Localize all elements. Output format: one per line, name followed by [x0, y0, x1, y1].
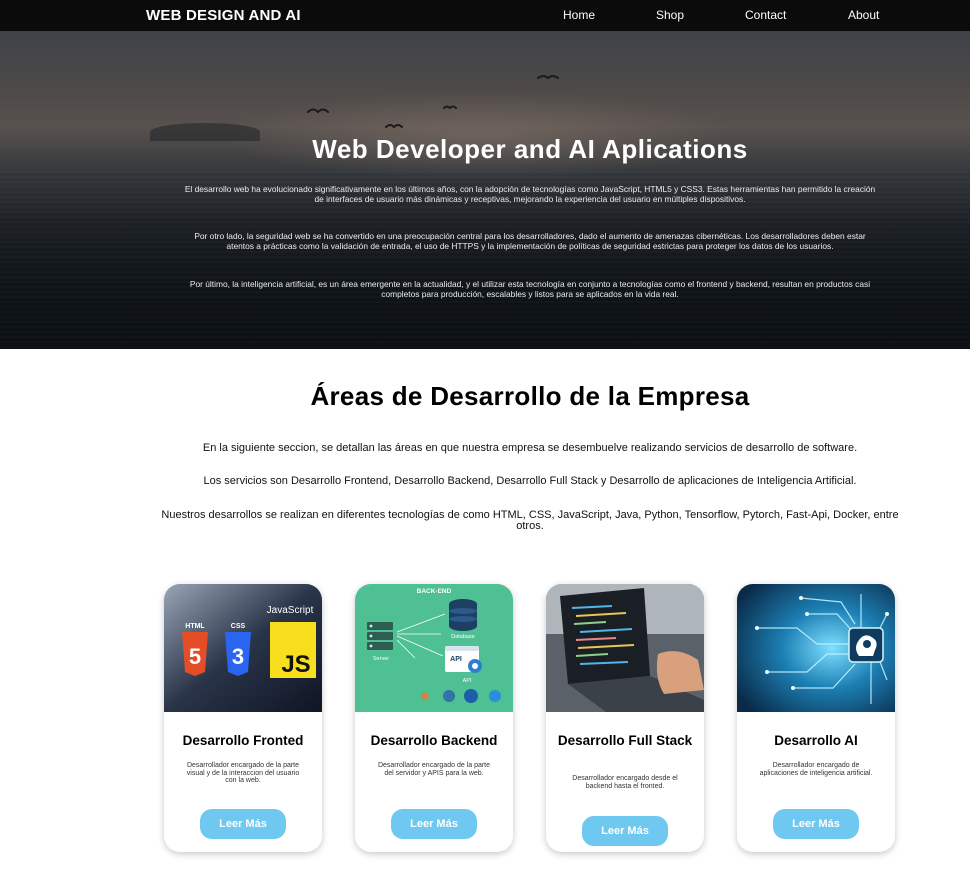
nav-link-shop[interactable]: Shop [656, 8, 684, 22]
nav-link-about[interactable]: About [848, 8, 879, 22]
ai-image [737, 584, 895, 712]
html5-number: 5 [189, 644, 201, 669]
read-more-button[interactable]: Leer Más [773, 809, 859, 839]
areas-section-title: Áreas de Desarrollo de la Empresa [310, 381, 750, 411]
card-description: Desarrollador encargado de aplicaciones … [759, 762, 873, 777]
card-title: Desarrollo AI [774, 733, 858, 748]
database-label: Database [451, 634, 475, 640]
bird-icon [307, 108, 329, 114]
hero-title: Web Developer and AI Aplications [312, 134, 748, 164]
hero-paragraph-1: El desarrollo web ha evolucionado signif… [184, 184, 876, 204]
read-more-button[interactable]: Leer Más [200, 809, 286, 839]
backend-label: BACK-END [417, 588, 452, 595]
read-more-button[interactable]: Leer Más [391, 809, 477, 839]
areas-paragraph-3: Nuestros desarrollos se realizan en dife… [161, 509, 899, 532]
docker-icon [489, 690, 501, 702]
fullstack-image [546, 584, 704, 712]
bird-icon [385, 124, 403, 129]
gear-icon [863, 640, 871, 648]
backend-image: BACK-END Server Database API API [355, 584, 513, 712]
python-icon [443, 690, 455, 702]
service-card-backend: BACK-END Server Database API API Desarro… [355, 584, 513, 852]
database-icon [449, 599, 477, 631]
top-navbar: WEB DESIGN AND AI Home Shop Contact Abou… [0, 0, 970, 31]
html-label: HTML [185, 623, 205, 630]
javascript-label: JavaScript [267, 605, 314, 616]
server-label: Server [373, 656, 389, 662]
nav-link-home[interactable]: Home [563, 8, 595, 22]
nav-link-contact[interactable]: Contact [745, 8, 786, 22]
css3-number: 3 [232, 644, 244, 669]
card-description: Desarrollador encargado de la parte del … [377, 762, 491, 777]
hero-paragraph-2: Por otro lado, la seguridad web se ha co… [194, 231, 866, 251]
read-more-button[interactable]: Leer Más [582, 816, 668, 846]
bird-icon [443, 105, 457, 110]
hero-paragraph-3: Por último, la inteligencia artificial, … [189, 279, 871, 299]
hero-section: Web Developer and AI Aplications El desa… [0, 31, 970, 349]
service-card-fullstack: Desarrollo Full Stack Desarrollador enca… [546, 584, 704, 852]
areas-paragraph-1: En la siguiente seccion, se detallan las… [202, 442, 858, 454]
card-title: Desarrollo Backend [370, 733, 498, 748]
service-card-ai: Desarrollo AI Desarrollador encargado de… [737, 584, 895, 852]
card-title: Desarrollo Fronted [182, 733, 304, 748]
service-card-frontend: JavaScript HTML CSS 5 3 JS Desarrollo Fr… [164, 584, 322, 852]
frontend-image: JavaScript HTML CSS 5 3 JS [164, 584, 322, 712]
laptop-screen-icon [560, 588, 650, 684]
js-label: JS [281, 651, 310, 678]
csharp-icon [464, 689, 478, 703]
card-title: Desarrollo Full Stack [557, 733, 693, 748]
css-label: CSS [231, 623, 246, 630]
areas-paragraph-2: Los servicios son Desarrollo Frontend, D… [203, 475, 857, 487]
java-icon [421, 692, 429, 700]
bird-icon [537, 75, 559, 80]
card-description: Desarrollador encargado de la parte visu… [186, 762, 300, 784]
server-icon [367, 622, 393, 650]
api-window-label: API [450, 656, 462, 663]
api-label: API [463, 678, 472, 684]
card-description: Desarrollador encargado desde el backend… [572, 775, 678, 790]
brand-logo-text[interactable]: WEB DESIGN AND AI [146, 7, 301, 24]
